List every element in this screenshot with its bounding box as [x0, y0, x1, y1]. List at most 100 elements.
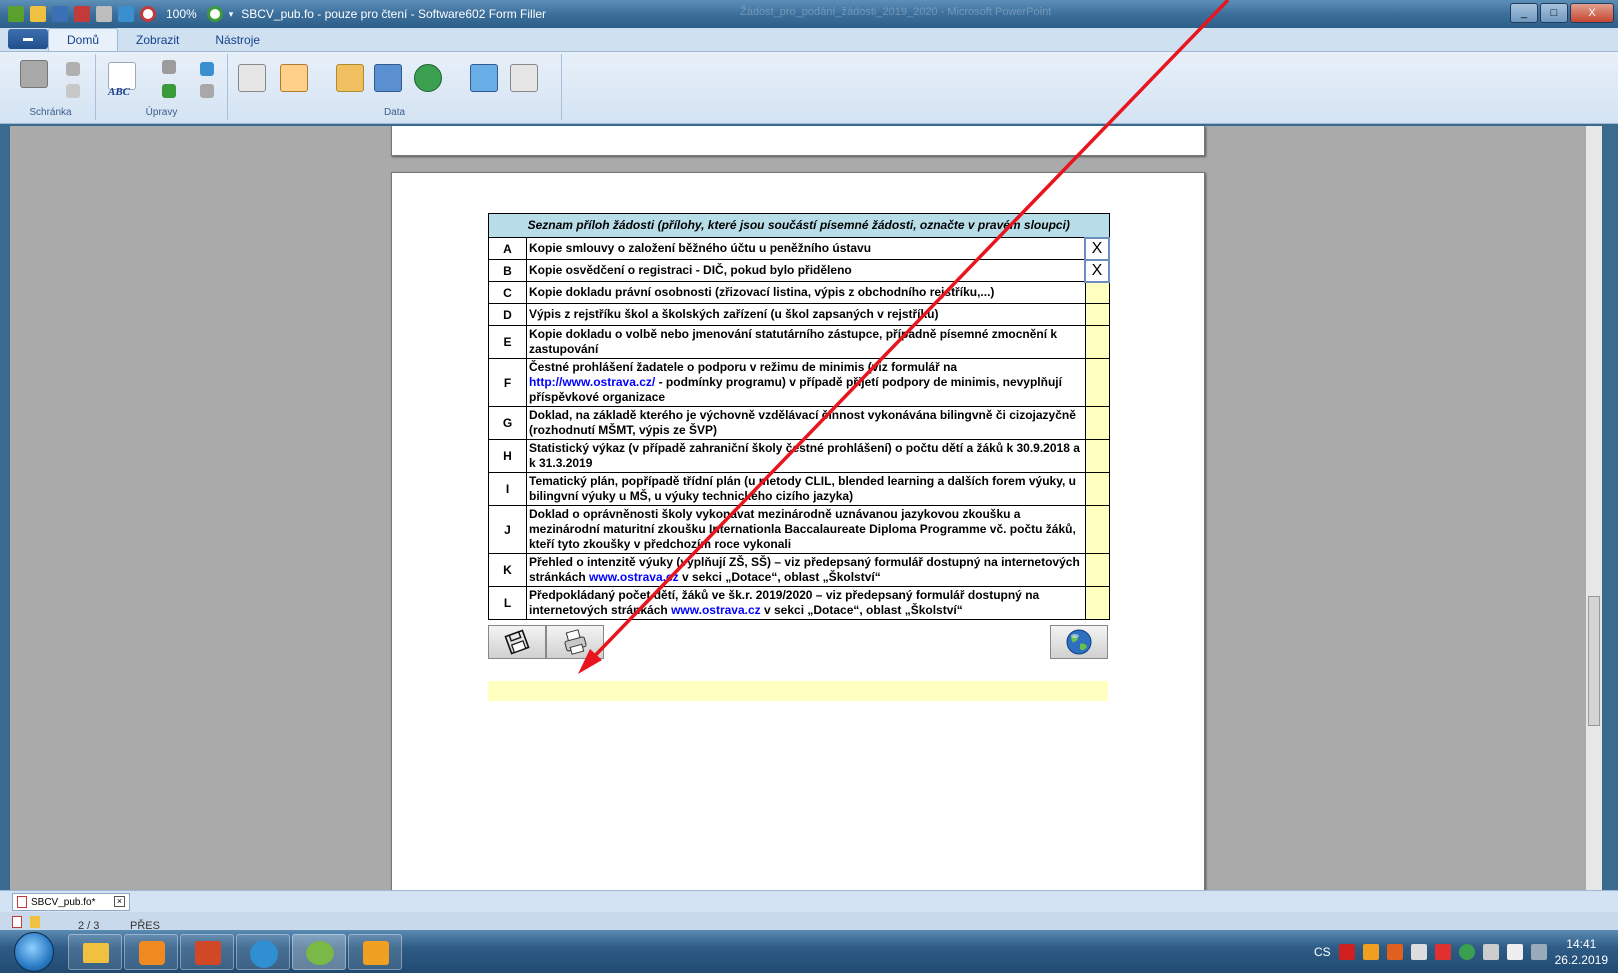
taskbar-outlook[interactable] — [348, 934, 402, 970]
redo-ribbon-icon[interactable] — [200, 84, 214, 98]
description-text-a: Čestné prohlášení žadatele o podporu v r… — [529, 360, 958, 374]
background-window-title: Žádost_pro_podání_žádosti_2019_2020 - Mi… — [740, 6, 1052, 18]
start-button-icon[interactable] — [14, 932, 54, 972]
replace-icon[interactable] — [162, 84, 176, 98]
attachment-description: Tematický plán, popřípadě třídní plán (u… — [526, 472, 1086, 506]
volume-icon[interactable] — [1506, 943, 1523, 960]
attachment-checkbox[interactable] — [1084, 303, 1110, 326]
ostrava-link[interactable]: www.ostrava.cz — [589, 570, 679, 584]
maximize-button[interactable]: □ — [1540, 3, 1568, 23]
undo-ribbon-icon[interactable] — [200, 62, 214, 76]
attachment-checkbox[interactable] — [1084, 406, 1110, 440]
attachment-checkbox[interactable] — [1084, 439, 1110, 473]
powerpoint-icon — [195, 941, 221, 965]
calculator-icon[interactable] — [470, 64, 498, 92]
validate-icon[interactable] — [510, 64, 538, 92]
print-form-button[interactable] — [546, 625, 604, 659]
power-icon[interactable] — [1530, 943, 1547, 960]
database-save-icon[interactable] — [374, 64, 402, 92]
document-tab[interactable]: SBCV_pub.fo* × — [12, 893, 130, 911]
zoom-level[interactable]: 100% — [166, 7, 197, 21]
ostrava-link[interactable]: http://www.ostrava.cz/ — [529, 375, 655, 389]
close-button[interactable]: X — [1570, 3, 1614, 23]
save-form-button[interactable] — [488, 625, 546, 659]
attachment-letter: K — [488, 553, 527, 587]
sync-icon[interactable] — [1458, 943, 1475, 960]
attachment-checkbox[interactable] — [1084, 472, 1110, 506]
tray-office-icon[interactable] — [1362, 943, 1379, 960]
attachment-description: Doklad, na základě kterého je výchovně v… — [526, 406, 1086, 440]
flag-icon[interactable] — [1410, 943, 1427, 960]
attachment-checkbox[interactable] — [1084, 505, 1110, 554]
clock-time: 14:41 — [1566, 936, 1597, 951]
open-icon[interactable] — [30, 6, 46, 22]
cut-icon[interactable] — [66, 62, 80, 76]
import-data-icon[interactable] — [238, 64, 266, 92]
attachment-checkbox[interactable] — [1084, 358, 1110, 407]
tab-tools[interactable]: Nástroje — [197, 29, 278, 51]
attachment-checkbox[interactable] — [1084, 325, 1110, 359]
system-tray: CS 14:41 26.2.2019 — [1314, 930, 1618, 973]
attachment-letter: A — [488, 237, 527, 260]
language-indicator[interactable]: CS — [1314, 945, 1331, 959]
database-open-icon[interactable] — [336, 64, 364, 92]
paste-icon[interactable] — [20, 60, 48, 88]
tab-home[interactable]: Domů — [48, 28, 119, 51]
taskbar-media-player[interactable] — [124, 934, 178, 970]
attachment-checkbox[interactable] — [1084, 553, 1110, 587]
attachment-checkbox[interactable]: X — [1084, 236, 1110, 261]
find-icon[interactable] — [162, 60, 176, 74]
zoom-out-icon[interactable] — [140, 6, 156, 22]
print-icon[interactable] — [74, 6, 90, 22]
tab-view[interactable]: Zobrazit — [118, 29, 197, 51]
application-menu-button[interactable]: ▬ — [8, 29, 48, 49]
attachment-checkbox[interactable]: X — [1084, 258, 1110, 283]
tray-arrow-icon[interactable] — [1434, 943, 1451, 960]
attachment-description: Statistický výkaz (v případě zahraniční … — [526, 439, 1086, 473]
attachment-letter: E — [488, 325, 527, 359]
attachment-letter: B — [488, 259, 527, 282]
clock-date: 26.2.2019 — [1554, 952, 1608, 967]
document-tabs: SBCV_pub.fo* × — [0, 890, 1618, 912]
attachment-row: L Předpokládaný počet dětí, žáků ve šk.r.… — [488, 586, 1110, 620]
taskbar-browser[interactable] — [236, 934, 290, 970]
network-icon[interactable] — [1482, 943, 1499, 960]
signature-field[interactable] — [488, 681, 1108, 701]
attachment-row: H Statistický výkaz (v případě zahraniční… — [488, 439, 1110, 473]
description-text-b: v sekci „Dotace“, oblast „Školství“ — [678, 570, 881, 584]
copy-icon[interactable] — [66, 84, 80, 98]
clock[interactable]: 14:41 26.2.2019 — [1555, 936, 1608, 968]
attachment-letter: F — [488, 358, 527, 407]
attachment-checkbox[interactable] — [1084, 586, 1110, 620]
floppy-disk-icon — [504, 629, 530, 655]
attachment-row: J Doklad o oprávněnosti školy vykonávat m… — [488, 505, 1110, 554]
undo-icon[interactable] — [118, 6, 134, 22]
taskbar: CS 14:41 26.2.2019 — [0, 930, 1618, 973]
database-web-icon[interactable] — [414, 64, 442, 92]
save-icon[interactable] — [52, 6, 68, 22]
previous-page — [391, 126, 1205, 156]
taskbar-form-filler[interactable] — [292, 934, 346, 970]
export-data-icon[interactable] — [280, 64, 308, 92]
attachment-row: A Kopie smlouvy o založení běžného účtu u… — [488, 236, 1110, 261]
zoom-in-icon[interactable] — [206, 6, 223, 22]
attachments-table: Seznam příloh žádosti (přílohy, které js… — [488, 213, 1110, 620]
taskbar-powerpoint[interactable] — [180, 934, 234, 970]
qat-dropdown-icon[interactable]: ▾ — [229, 9, 234, 20]
document-workspace[interactable]: Seznam příloh žádosti (přílohy, které js… — [10, 126, 1602, 894]
attachment-row: C Kopie dokladu právní osobnosti (zřizova… — [488, 281, 1110, 304]
scrollbar-thumb[interactable] — [1588, 596, 1600, 726]
attachment-checkbox[interactable] — [1084, 281, 1110, 304]
ostrava-link[interactable]: www.ostrava.cz — [671, 603, 761, 617]
submit-online-button[interactable] — [1050, 625, 1108, 659]
vertical-scrollbar[interactable] — [1586, 126, 1602, 894]
attachment-description: Předpokládaný počet dětí, žáků ve šk.r. … — [526, 586, 1086, 620]
tray-app-icon[interactable] — [1386, 943, 1403, 960]
tray-b-icon[interactable] — [1338, 943, 1355, 960]
title-bar: 100% ▾ SBCV_pub.fo - pouze pro čtení - S… — [0, 0, 1618, 28]
minimize-button[interactable]: _ — [1510, 3, 1538, 23]
printer-setup-icon[interactable] — [96, 6, 112, 22]
ribbon-tabs: ▬ Domů Zobrazit Nástroje — [0, 28, 1618, 52]
close-tab-icon[interactable]: × — [114, 896, 125, 907]
taskbar-explorer[interactable] — [68, 934, 122, 970]
